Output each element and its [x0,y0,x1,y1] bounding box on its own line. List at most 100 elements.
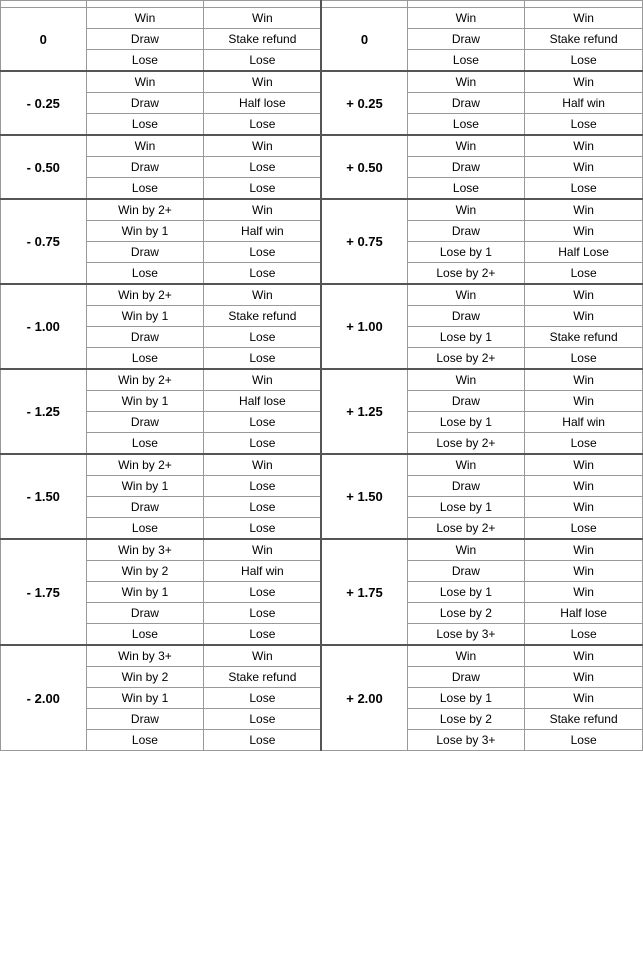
header-bet-result-right [525,1,643,8]
header-row [1,1,643,8]
team-result-right: Draw [407,667,525,688]
team-result-right: Lose by 2 [407,709,525,730]
bet-result-left: Stake refund [204,29,322,50]
handicap-cell-right: + 1.50 [321,454,407,539]
team-result-right: Lose by 2 [407,603,525,624]
team-result-left: Win by 2 [86,561,204,582]
bet-result-right: Lose [525,624,643,646]
team-result-left: Win by 1 [86,476,204,497]
bet-result-right: Half Lose [525,242,643,263]
team-result-right: Win [407,645,525,667]
team-result-left: Win by 1 [86,306,204,327]
bet-result-right: Win [525,8,643,29]
bet-result-left: Half lose [204,93,322,114]
bet-result-right: Win [525,497,643,518]
bet-result-right: Win [525,688,643,709]
team-result-right: Win [407,199,525,221]
handicap-cell-right: + 0.25 [321,71,407,135]
team-result-left: Draw [86,157,204,178]
bet-result-right: Win [525,221,643,242]
team-result-right: Lose by 2+ [407,263,525,285]
header-bet-result-left [204,1,322,8]
header-handicap-left [1,1,87,8]
bet-result-left: Lose [204,50,322,72]
bet-result-right: Half lose [525,603,643,624]
bet-result-right: Win [525,157,643,178]
handicap-cell-right: + 0.75 [321,199,407,284]
bet-result-left: Win [204,71,322,93]
team-result-left: Draw [86,412,204,433]
bet-result-right: Win [525,306,643,327]
bet-result-left: Win [204,454,322,476]
bet-result-left: Lose [204,582,322,603]
bet-result-right: Win [525,582,643,603]
table-row: - 0.75Win by 2+Win+ 0.75WinWin [1,199,643,221]
table-row: - 1.25Win by 2+Win+ 1.25WinWin [1,369,643,391]
bet-result-right: Lose [525,518,643,540]
handicap-cell-right: + 0.50 [321,135,407,199]
bet-result-left: Lose [204,114,322,136]
team-result-left: Win by 2+ [86,454,204,476]
bet-result-left: Lose [204,263,322,285]
team-result-left: Win by 1 [86,391,204,412]
team-result-right: Win [407,71,525,93]
bet-result-right: Win [525,391,643,412]
bet-result-left: Lose [204,412,322,433]
header-handicap-right [321,1,407,8]
team-result-right: Lose by 3+ [407,624,525,646]
handicap-cell-right: 0 [321,8,407,72]
team-result-left: Win by 3+ [86,539,204,561]
team-result-right: Win [407,369,525,391]
team-result-right: Lose [407,50,525,72]
bet-result-left: Lose [204,497,322,518]
team-result-right: Lose by 1 [407,412,525,433]
team-result-right: Draw [407,93,525,114]
bet-result-left: Win [204,135,322,157]
handicap-cell-right: + 2.00 [321,645,407,751]
team-result-right: Draw [407,561,525,582]
team-result-left: Draw [86,327,204,348]
team-result-left: Draw [86,29,204,50]
bet-result-right: Lose [525,730,643,751]
bet-result-left: Lose [204,327,322,348]
team-result-right: Draw [407,221,525,242]
bet-result-left: Win [204,645,322,667]
bet-result-left: Lose [204,476,322,497]
handicap-cell-left: - 1.50 [1,454,87,539]
table-row: - 1.75Win by 3+Win+ 1.75WinWin [1,539,643,561]
team-result-left: Draw [86,242,204,263]
bet-result-left: Lose [204,348,322,370]
bet-result-right: Lose [525,263,643,285]
team-result-right: Lose [407,178,525,200]
team-result-left: Draw [86,603,204,624]
bet-result-right: Win [525,199,643,221]
handicap-cell-left: - 1.75 [1,539,87,645]
team-result-right: Draw [407,157,525,178]
handicap-cell-right: + 1.75 [321,539,407,645]
bet-result-right: Win [525,135,643,157]
handicap-cell-left: - 0.25 [1,71,87,135]
bet-result-right: Stake refund [525,709,643,730]
team-result-right: Win [407,454,525,476]
team-result-left: Lose [86,50,204,72]
bet-result-right: Win [525,454,643,476]
bet-result-left: Lose [204,688,322,709]
handicap-cell-left: 0 [1,8,87,72]
team-result-right: Lose by 3+ [407,730,525,751]
bet-result-left: Win [204,284,322,306]
handicap-cell-left: - 1.00 [1,284,87,369]
bet-result-right: Win [525,71,643,93]
bet-result-left: Win [204,8,322,29]
bet-result-right: Win [525,369,643,391]
team-result-left: Win by 2+ [86,284,204,306]
team-result-left: Win [86,135,204,157]
table-row: - 1.50Win by 2+Win+ 1.50WinWin [1,454,643,476]
team-result-left: Win by 2+ [86,369,204,391]
team-result-left: Draw [86,497,204,518]
handicap-cell-left: - 0.75 [1,199,87,284]
handicap-cell-right: + 1.25 [321,369,407,454]
handicap-cell-left: - 1.25 [1,369,87,454]
bet-result-right: Win [525,284,643,306]
bet-result-left: Half lose [204,391,322,412]
team-result-left: Win by 1 [86,582,204,603]
